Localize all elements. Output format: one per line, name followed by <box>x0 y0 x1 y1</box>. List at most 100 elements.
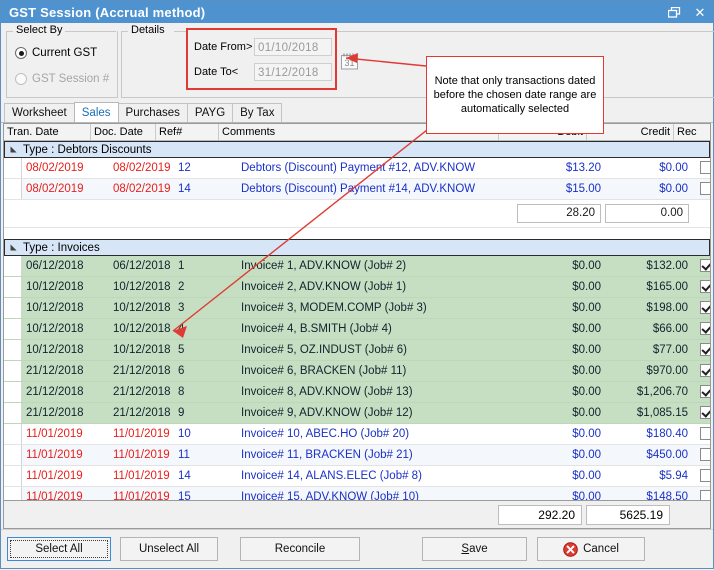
cell-credit: $970.00 <box>605 361 692 381</box>
rec-checkbox-cell[interactable] <box>692 403 710 423</box>
row-indent <box>4 340 22 360</box>
tab-payg[interactable]: PAYG <box>187 103 233 122</box>
table-row[interactable]: 08/02/201908/02/201914Debtors (Discount)… <box>4 179 710 200</box>
table-row[interactable]: 11/01/201911/01/201914Invoice# 14, ALANS… <box>4 466 710 487</box>
row-indent <box>4 179 22 199</box>
table-row[interactable]: 21/12/201821/12/20189Invoice# 9, ADV.KNO… <box>4 403 710 424</box>
rec-checkbox-cell[interactable] <box>692 487 710 500</box>
rec-checkbox[interactable] <box>700 364 711 377</box>
table-row[interactable]: 21/12/201821/12/20186Invoice# 6, BRACKEN… <box>4 361 710 382</box>
group-collapse-icon[interactable]: ◢ <box>10 141 19 159</box>
table-row[interactable]: 08/02/201908/02/201912Debtors (Discount)… <box>4 158 710 179</box>
table-row[interactable]: 10/12/201810/12/20182Invoice# 2, ADV.KNO… <box>4 277 710 298</box>
save-button[interactable]: Save <box>422 537 527 561</box>
rec-checkbox[interactable] <box>700 182 711 195</box>
rec-checkbox-cell[interactable] <box>692 424 710 444</box>
cell-tran: 11/01/2019 <box>22 445 109 465</box>
reconcile-button-label: Reconcile <box>275 543 326 555</box>
grand-total-debit: 292.20 <box>498 505 582 525</box>
rec-checkbox[interactable] <box>700 385 711 398</box>
column-header-ref[interactable]: Ref# <box>156 124 219 140</box>
rec-checkbox-cell[interactable] <box>692 277 710 297</box>
calendar-icon[interactable]: 31 <box>341 53 358 70</box>
save-button-label-rest: ave <box>469 543 488 555</box>
cell-ref: 9 <box>174 403 237 423</box>
table-row[interactable]: 06/12/201806/12/20181Invoice# 1, ADV.KNO… <box>4 256 710 277</box>
rec-checkbox-cell[interactable] <box>692 382 710 402</box>
cell-tran: 08/02/2019 <box>22 179 109 199</box>
cell-tran: 11/01/2019 <box>22 487 109 500</box>
rec-checkbox-cell[interactable] <box>692 319 710 339</box>
close-icon[interactable]: ✕ <box>687 1 713 23</box>
rec-checkbox-cell[interactable] <box>692 340 710 360</box>
rec-checkbox[interactable] <box>700 343 711 356</box>
group-header[interactable]: ◢ Type : Invoices <box>4 239 710 256</box>
table-row[interactable]: 10/12/201810/12/20184Invoice# 4, B.SMITH… <box>4 319 710 340</box>
select-all-button[interactable]: Select All <box>7 537 111 561</box>
rec-checkbox[interactable] <box>700 259 711 272</box>
rec-checkbox-cell[interactable] <box>692 256 710 276</box>
rec-checkbox[interactable] <box>700 490 711 500</box>
rec-checkbox[interactable] <box>700 301 711 314</box>
cell-comments: Invoice# 1, ADV.KNOW (Job# 2) <box>237 256 517 276</box>
date-from-input[interactable]: 01/10/2018 <box>254 38 332 56</box>
row-indent <box>4 445 22 465</box>
radio-gst-session-number[interactable]: GST Session # <box>15 73 109 85</box>
column-header-rec[interactable]: Rec <box>674 124 702 140</box>
rec-checkbox-cell[interactable] <box>692 158 710 178</box>
rec-checkbox[interactable] <box>700 448 711 461</box>
cell-credit: $180.40 <box>605 424 692 444</box>
cell-ref: 1 <box>174 256 237 276</box>
rec-checkbox-cell[interactable] <box>692 298 710 318</box>
subtotal-credit: 0.00 <box>605 204 689 223</box>
cell-ref: 14 <box>174 179 237 199</box>
cell-comments: Debtors (Discount) Payment #12, ADV.KNOW <box>237 158 517 178</box>
table-row[interactable]: 10/12/201810/12/20183Invoice# 3, MODEM.C… <box>4 298 710 319</box>
table-row[interactable]: 21/12/201821/12/20188Invoice# 8, ADV.KNO… <box>4 382 710 403</box>
cell-debit: $0.00 <box>517 403 605 423</box>
cancel-button[interactable]: Cancel <box>537 537 645 561</box>
restore-window-icon[interactable] <box>661 1 687 23</box>
cell-debit: $0.00 <box>517 256 605 276</box>
tab-by-tax[interactable]: By Tax <box>232 103 282 122</box>
cell-comments: Invoice# 14, ALANS.ELEC (Job# 8) <box>237 466 517 486</box>
radio-current-gst[interactable]: Current GST <box>15 47 97 59</box>
tab-purchases[interactable]: Purchases <box>118 103 188 122</box>
grid-body[interactable]: ◢Type : Debtors Discounts08/02/201908/02… <box>4 141 710 500</box>
rec-checkbox-cell[interactable] <box>692 361 710 381</box>
unselect-all-button[interactable]: Unselect All <box>120 537 218 561</box>
reconcile-button[interactable]: Reconcile <box>240 537 360 561</box>
date-to-row: Date To< 31/12/2018 <box>194 60 335 83</box>
tab-sales[interactable]: Sales <box>74 102 119 122</box>
table-row[interactable]: 11/01/201911/01/201915Invoice# 15, ADV.K… <box>4 487 710 500</box>
cell-doc: 11/01/2019 <box>109 466 174 486</box>
row-indent <box>4 256 22 276</box>
rec-checkbox[interactable] <box>700 280 711 293</box>
column-header-doc-date[interactable]: Doc. Date <box>91 124 156 140</box>
group-header[interactable]: ◢Type : Debtors Discounts <box>4 141 710 158</box>
row-indent <box>4 487 22 500</box>
rec-checkbox[interactable] <box>700 469 711 482</box>
column-header-tran-date[interactable]: Tran. Date <box>4 124 91 140</box>
cell-doc: 06/12/2018 <box>109 256 174 276</box>
table-row[interactable]: 11/01/201911/01/201910Invoice# 10, ABEC.… <box>4 424 710 445</box>
cell-ref: 12 <box>174 158 237 178</box>
cell-ref: 11 <box>174 445 237 465</box>
rec-checkbox-cell[interactable] <box>692 179 710 199</box>
table-row[interactable]: 11/01/201911/01/201911Invoice# 11, BRACK… <box>4 445 710 466</box>
group-header-label: Type : Invoices <box>23 242 100 254</box>
rec-checkbox-cell[interactable] <box>692 445 710 465</box>
rec-checkbox[interactable] <box>700 406 711 419</box>
select-by-groupbox: Select By Current GST GST Session # <box>6 31 118 98</box>
rec-checkbox-cell[interactable] <box>692 466 710 486</box>
group-collapse-icon[interactable]: ◢ <box>10 239 19 257</box>
table-row[interactable]: 10/12/201810/12/20185Invoice# 5, OZ.INDU… <box>4 340 710 361</box>
cell-tran: 21/12/2018 <box>22 382 109 402</box>
rec-checkbox[interactable] <box>700 322 711 335</box>
date-to-input[interactable]: 31/12/2018 <box>254 63 332 81</box>
rec-checkbox[interactable] <box>700 427 711 440</box>
cell-credit: $5.94 <box>605 466 692 486</box>
tab-worksheet[interactable]: Worksheet <box>4 103 75 122</box>
rec-checkbox[interactable] <box>700 161 711 174</box>
annotation-callout: Note that only transactions dated before… <box>426 56 604 134</box>
